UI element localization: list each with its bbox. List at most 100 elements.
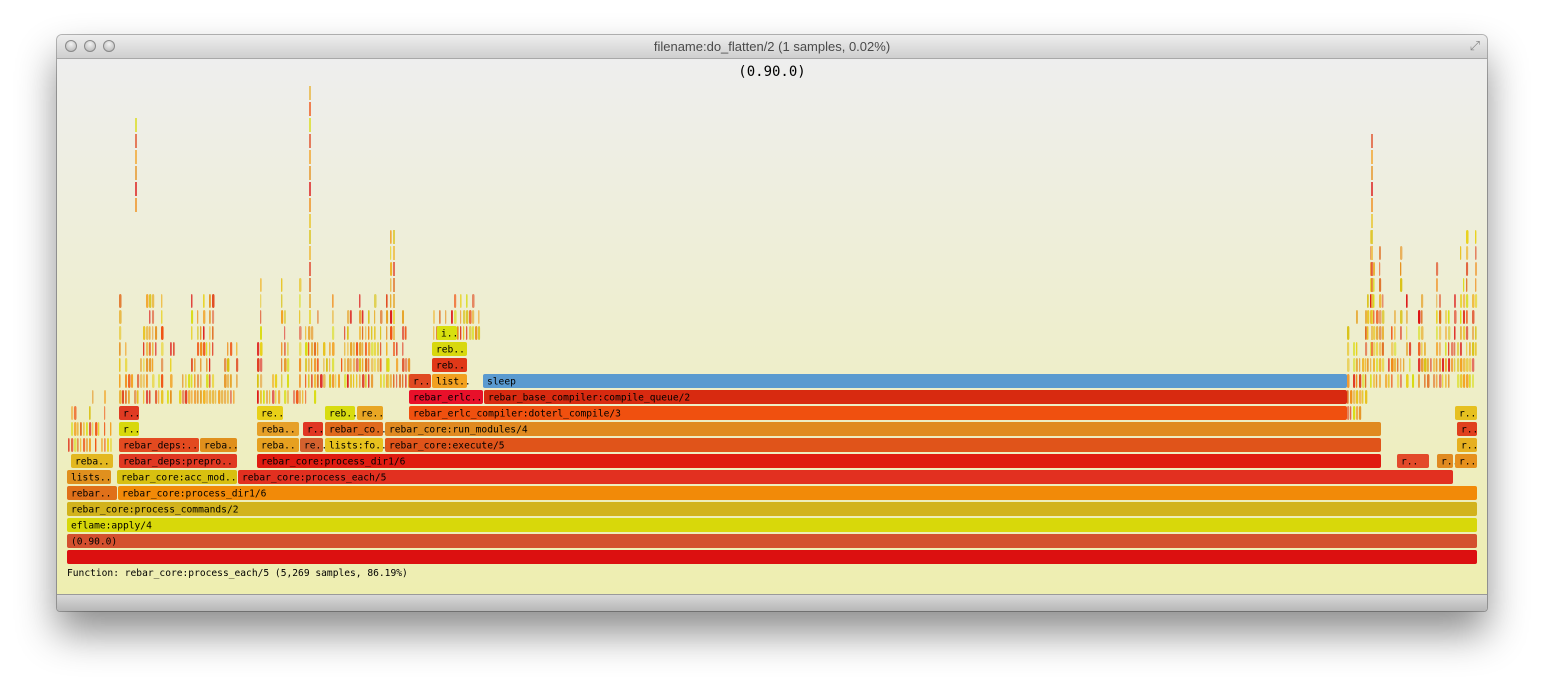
spike-frame[interactable] xyxy=(309,102,311,116)
minor-frame[interactable] xyxy=(1418,358,1421,372)
minor-frame[interactable] xyxy=(380,374,382,388)
minor-frame[interactable] xyxy=(368,326,370,340)
minor-frame[interactable] xyxy=(1436,294,1438,308)
minor-frame[interactable] xyxy=(161,374,164,388)
minor-frame[interactable] xyxy=(191,390,193,404)
minor-frame[interactable] xyxy=(371,326,373,340)
flame-frame[interactable] xyxy=(67,534,1477,548)
minor-frame[interactable] xyxy=(387,374,390,388)
minor-frame[interactable] xyxy=(185,390,188,404)
minor-frame[interactable] xyxy=(1454,294,1456,308)
spike-frame[interactable] xyxy=(1371,310,1373,324)
minor-frame[interactable] xyxy=(302,390,304,404)
minor-frame[interactable] xyxy=(359,358,362,372)
minor-frame[interactable] xyxy=(230,342,233,356)
minor-frame[interactable] xyxy=(380,310,383,324)
minor-frame[interactable] xyxy=(119,374,121,388)
spike-frame[interactable] xyxy=(309,214,311,228)
minor-frame[interactable] xyxy=(1403,358,1405,372)
minor-frame[interactable] xyxy=(236,374,238,388)
minor-frame[interactable] xyxy=(350,358,352,372)
minor-frame[interactable] xyxy=(1466,310,1468,324)
minor-frame[interactable] xyxy=(212,294,215,308)
spike-frame[interactable] xyxy=(1371,134,1373,148)
minor-frame[interactable] xyxy=(224,374,227,388)
minor-frame[interactable] xyxy=(386,342,388,356)
minor-frame[interactable] xyxy=(1367,326,1369,340)
minor-frame[interactable] xyxy=(209,358,211,372)
minor-frame[interactable] xyxy=(179,390,182,404)
minor-frame[interactable] xyxy=(206,390,209,404)
minor-frame[interactable] xyxy=(284,310,286,324)
minor-frame[interactable] xyxy=(266,390,269,404)
minor-frame[interactable] xyxy=(281,374,283,388)
spike-frame[interactable] xyxy=(309,294,311,308)
minor-frame[interactable] xyxy=(143,326,146,340)
minor-frame[interactable] xyxy=(140,374,143,388)
minor-frame[interactable] xyxy=(1421,358,1424,372)
minor-frame[interactable] xyxy=(200,374,202,388)
minor-frame[interactable] xyxy=(206,342,208,356)
minor-frame[interactable] xyxy=(209,390,212,404)
minor-frame[interactable] xyxy=(260,310,262,324)
flame-frame[interactable] xyxy=(385,438,1381,452)
minor-frame[interactable] xyxy=(1406,326,1408,340)
minor-frame[interactable] xyxy=(125,390,127,404)
minor-frame[interactable] xyxy=(260,326,262,340)
minor-frame[interactable] xyxy=(1433,374,1436,388)
minor-frame[interactable] xyxy=(293,390,296,404)
minor-frame[interactable] xyxy=(119,310,122,324)
minor-frame[interactable] xyxy=(1382,294,1384,308)
minor-frame[interactable] xyxy=(1394,326,1396,340)
minor-frame[interactable] xyxy=(362,326,364,340)
minor-frame[interactable] xyxy=(209,294,211,308)
minor-frame[interactable] xyxy=(152,358,154,372)
minor-frame[interactable] xyxy=(478,326,481,340)
minor-frame[interactable] xyxy=(305,342,308,356)
minor-frame[interactable] xyxy=(317,310,319,324)
minor-frame[interactable] xyxy=(445,310,447,324)
minor-frame[interactable] xyxy=(299,294,301,308)
minor-frame[interactable] xyxy=(405,358,408,372)
minor-frame[interactable] xyxy=(92,422,94,436)
minor-frame[interactable] xyxy=(143,342,145,356)
minor-frame[interactable] xyxy=(1460,310,1462,324)
minor-frame[interactable] xyxy=(332,358,335,372)
minor-frame[interactable] xyxy=(86,438,88,452)
fullscreen-icon[interactable]: ⤢ xyxy=(1470,39,1480,53)
minor-frame[interactable] xyxy=(110,438,112,452)
minor-frame[interactable] xyxy=(305,374,307,388)
minor-frame[interactable] xyxy=(149,294,152,308)
minor-frame[interactable] xyxy=(1373,262,1375,276)
minor-frame[interactable] xyxy=(167,390,169,404)
minor-frame[interactable] xyxy=(338,374,341,388)
minor-frame[interactable] xyxy=(191,326,193,340)
minor-frame[interactable] xyxy=(257,358,260,372)
minor-frame[interactable] xyxy=(1472,326,1475,340)
spike-frame[interactable] xyxy=(309,230,311,244)
minor-frame[interactable] xyxy=(1379,374,1381,388)
minor-frame[interactable] xyxy=(332,294,334,308)
minor-frame[interactable] xyxy=(350,310,352,324)
minor-frame[interactable] xyxy=(278,390,281,404)
minor-frame[interactable] xyxy=(260,390,262,404)
minor-frame[interactable] xyxy=(1347,374,1350,388)
minor-frame[interactable] xyxy=(86,422,88,436)
spike-frame[interactable] xyxy=(393,262,395,276)
minor-frame[interactable] xyxy=(368,358,370,372)
minor-frame[interactable] xyxy=(1379,246,1381,260)
minor-frame[interactable] xyxy=(212,326,214,340)
minor-frame[interactable] xyxy=(386,310,389,324)
minor-frame[interactable] xyxy=(161,294,163,308)
minor-frame[interactable] xyxy=(92,390,94,404)
minor-frame[interactable] xyxy=(287,374,290,388)
minor-frame[interactable] xyxy=(1356,342,1358,356)
minor-frame[interactable] xyxy=(1424,374,1426,388)
minor-frame[interactable] xyxy=(1362,358,1365,372)
minor-frame[interactable] xyxy=(1359,358,1361,372)
minor-frame[interactable] xyxy=(1391,358,1394,372)
minor-frame[interactable] xyxy=(299,310,301,324)
minor-frame[interactable] xyxy=(390,246,392,260)
minor-frame[interactable] xyxy=(74,422,77,436)
minor-frame[interactable] xyxy=(1365,310,1367,324)
